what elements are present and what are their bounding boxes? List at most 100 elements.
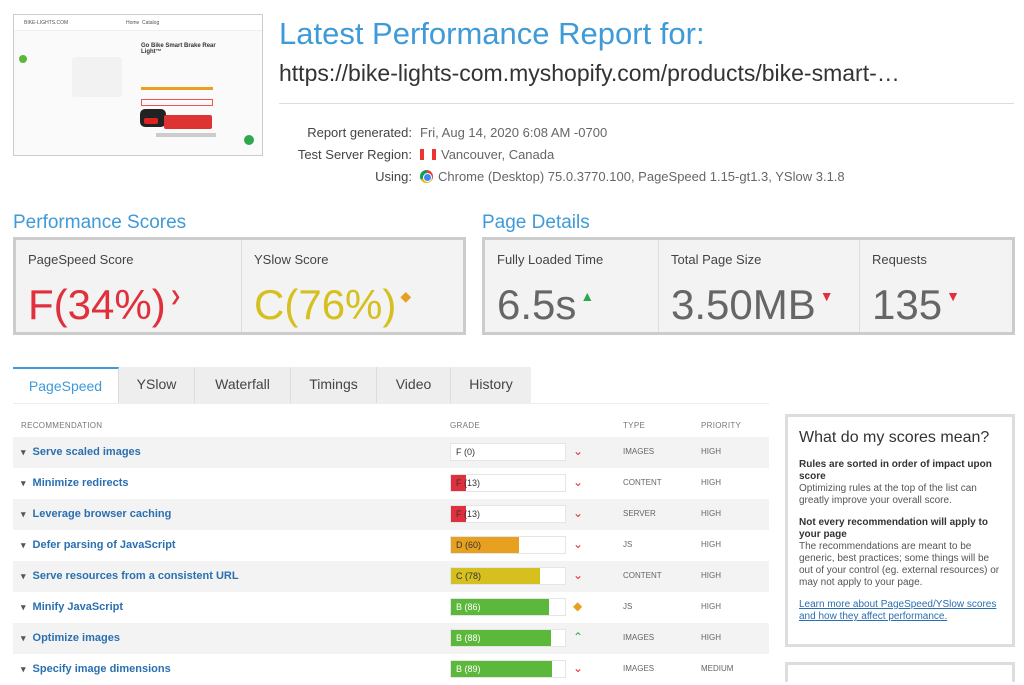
table-row[interactable]: Defer parsing of JavaScript D (60) ⌄ JS HIGH — [13, 530, 769, 561]
tab-timings[interactable]: Timings — [291, 367, 377, 403]
meta-value-generated: Fri, Aug 14, 2020 6:08 AM -0700 — [420, 125, 608, 140]
performance-scores-panel: PageSpeed Score F(34%) ❯ YSlow Score C(76… — [13, 237, 466, 335]
grade-bar: B (86) — [450, 598, 566, 616]
table-row[interactable]: Leverage browser caching F (13) ⌄ SERVER HIG… — [13, 499, 769, 530]
page-size-label: Total Page Size — [671, 252, 762, 267]
page-screenshot-thumbnail: BIKE-LIGHTS.COM Home Catalog Go Bike Sma… — [13, 14, 263, 156]
chevron-down-icon: ⌄ — [573, 661, 584, 675]
grade-bar: D (60) — [450, 536, 566, 554]
pagespeed-grade: F — [28, 281, 54, 328]
recommendation-type: JS — [623, 540, 633, 549]
yslow-score-card[interactable]: YSlow Score C(76%) ◆ — [242, 240, 463, 332]
yslow-score-label: YSlow Score — [254, 252, 329, 267]
grade-label: F (13) — [456, 478, 481, 488]
requests-value: 135 — [872, 281, 943, 328]
fully-loaded-value: 6.5s — [497, 281, 577, 328]
chevron-down-icon: ❯ — [169, 288, 182, 304]
chevron-down-icon: ⌄ — [573, 537, 584, 551]
tab-divider — [13, 403, 769, 404]
scores-info-text-2: The recommendations are meant to be gene… — [799, 541, 1000, 588]
recommendation-type: IMAGES — [623, 664, 655, 673]
grade-bar: B (89) — [450, 660, 566, 678]
pagespeed-score-card[interactable]: PageSpeed Score F(34%) ❯ — [16, 240, 242, 332]
table-row[interactable]: Specify image dimensions B (89) ⌄ IMAGES MED… — [13, 654, 769, 685]
fully-loaded-label: Fully Loaded Time — [497, 252, 604, 267]
chevron-up-icon: ▲ — [580, 288, 595, 304]
recommendation-priority: HIGH — [701, 509, 721, 518]
recommendation-name[interactable]: Minimize redirects — [21, 477, 129, 489]
thumb-nav-catalog: Catalog — [142, 20, 160, 26]
recommendation-type: IMAGES — [623, 633, 655, 642]
col-header-grade: GRADE — [450, 421, 480, 430]
pagespeed-percent: (34%) — [53, 281, 166, 328]
diamond-icon: ◆ — [573, 599, 583, 613]
diamond-icon: ◆ — [400, 288, 412, 304]
chevron-down-icon: ⌄ — [573, 475, 584, 489]
scores-info-text-1: Optimizing rules at the top of the list … — [799, 483, 977, 506]
report-meta-values: Fri, Aug 14, 2020 6:08 AM -0700 Vancouve… — [420, 122, 845, 188]
tab-yslow[interactable]: YSlow — [119, 367, 195, 403]
page-size-card: Total Page Size 3.50MB ▼ — [659, 240, 860, 332]
recommendation-priority: HIGH — [701, 633, 721, 642]
recommendation-priority: HIGH — [701, 540, 721, 549]
grade-label: B (88) — [456, 633, 481, 643]
report-meta-labels: Report generated: Test Server Region: Us… — [279, 122, 412, 188]
recommendation-name[interactable]: Serve resources from a consistent URL — [21, 570, 239, 582]
grade-label: B (86) — [456, 602, 481, 612]
col-header-priority: PRIORITY — [701, 421, 742, 430]
grade-label: F (13) — [456, 509, 481, 519]
table-row[interactable]: Optimize images B (88) ⌃ IMAGES HIGH — [13, 623, 769, 654]
requests-label: Requests — [872, 252, 927, 267]
recommendation-name[interactable]: Specify image dimensions — [21, 663, 171, 675]
table-row[interactable]: Serve scaled images F (0) ⌄ IMAGES HIGH — [13, 437, 769, 468]
canada-flag-icon — [420, 149, 436, 160]
report-url[interactable]: https://bike-lights-com.myshopify.com/pr… — [279, 60, 900, 87]
recommendation-name[interactable]: Optimize images — [21, 632, 120, 644]
recommendation-type: CONTENT — [623, 571, 662, 580]
chevron-down-icon: ⌄ — [573, 568, 584, 582]
scores-info-title: What do my scores mean? — [799, 429, 990, 446]
tab-video[interactable]: Video — [377, 367, 451, 403]
chevron-down-icon: ⌄ — [573, 506, 584, 520]
secondary-panel — [785, 662, 1015, 682]
meta-label-region: Test Server Region: — [297, 147, 412, 162]
requests-card: Requests 135 ▼ — [860, 240, 1012, 332]
grade-label: F (0) — [456, 447, 475, 457]
table-row[interactable]: Minify JavaScript B (86) ◆ JS HIGH — [13, 592, 769, 623]
recommendation-name[interactable]: Defer parsing of JavaScript — [21, 539, 176, 551]
scores-info-heading-2: Not every recommendation will apply to y… — [799, 517, 988, 540]
recommendation-name[interactable]: Serve scaled images — [21, 446, 141, 458]
report-tabs: PageSpeed YSlow Waterfall Timings Video … — [13, 367, 531, 403]
grade-bar: B (88) — [450, 629, 566, 647]
recommendation-type: CONTENT — [623, 478, 662, 487]
tab-history[interactable]: History — [451, 367, 531, 403]
divider — [279, 103, 1014, 104]
chrome-icon — [420, 170, 433, 183]
recommendation-priority: HIGH — [701, 447, 721, 456]
recommendation-name[interactable]: Minify JavaScript — [21, 601, 123, 613]
tab-waterfall[interactable]: Waterfall — [195, 367, 291, 403]
table-row[interactable]: Serve resources from a consistent URL C (… — [13, 561, 769, 592]
scores-info-panel: What do my scores mean? Rules are sorted… — [785, 414, 1015, 647]
page-details-panel: Fully Loaded Time 6.5s ▲ Total Page Size … — [482, 237, 1015, 335]
recommendation-type: IMAGES — [623, 447, 655, 456]
thumb-site-name: BIKE-LIGHTS.COM — [24, 20, 69, 26]
grade-bar: F (0) — [450, 443, 566, 461]
grade-label: C (78) — [456, 571, 482, 581]
pagespeed-score-label: PageSpeed Score — [28, 252, 134, 267]
chevron-up-icon: ⌃ — [573, 630, 584, 644]
table-row[interactable]: Minimize redirects F (13) ⌄ CONTENT HIGH — [13, 468, 769, 499]
grade-bar: F (13) — [450, 505, 566, 523]
col-header-recommendation: RECOMMENDATION — [21, 421, 103, 430]
recommendation-name[interactable]: Leverage browser caching — [21, 508, 172, 520]
tab-pagespeed[interactable]: PageSpeed — [13, 367, 119, 403]
grade-label: B (89) — [456, 664, 481, 674]
scores-info-heading-1: Rules are sorted in order of impact upon… — [799, 459, 992, 482]
chevron-down-icon: ▼ — [946, 288, 960, 304]
grade-bar: C (78) — [450, 567, 566, 585]
yslow-grade: C — [254, 281, 285, 328]
fully-loaded-card: Fully Loaded Time 6.5s ▲ — [485, 240, 659, 332]
grade-bar: F (13) — [450, 474, 566, 492]
chevron-down-icon: ▼ — [819, 288, 834, 304]
learn-more-link[interactable]: Learn more about PageSpeed/YSlow scores … — [799, 599, 1001, 623]
